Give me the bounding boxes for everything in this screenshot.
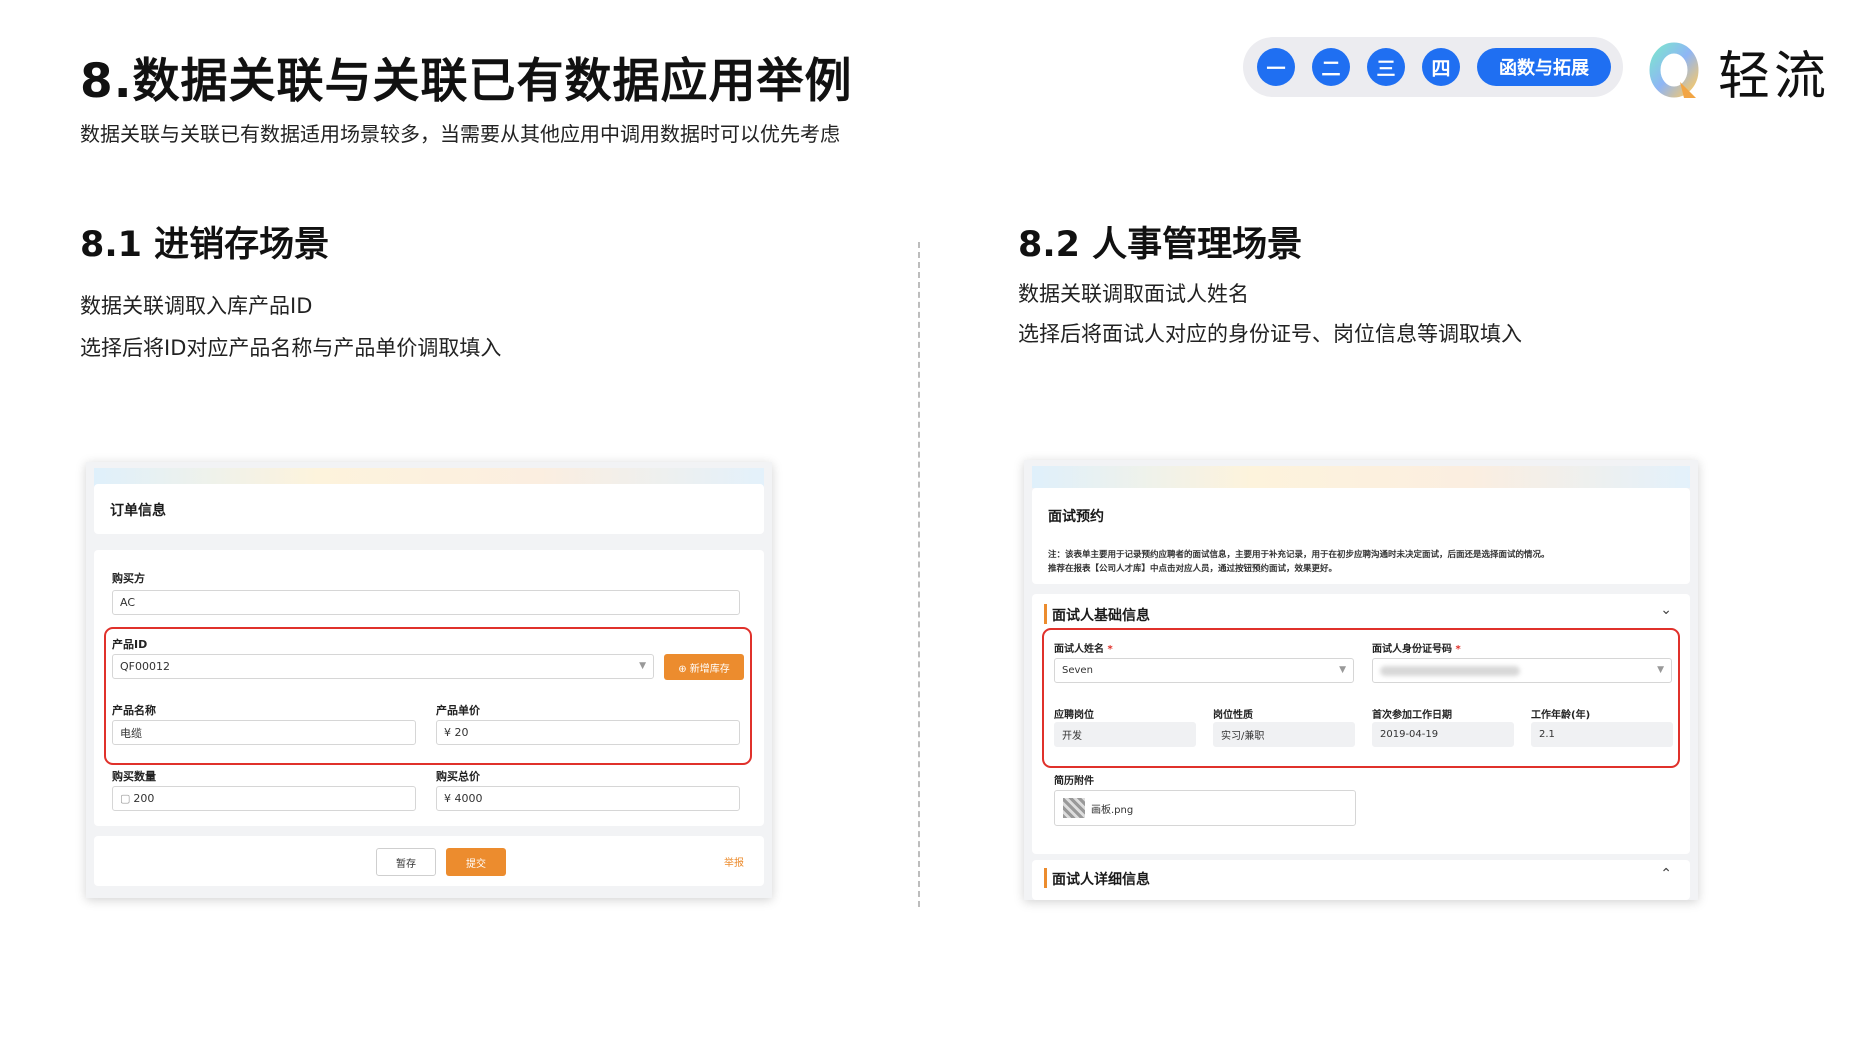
- order-title-card: 订单信息: [94, 484, 764, 534]
- chapter-4-button[interactable]: 四: [1422, 48, 1460, 86]
- report-link[interactable]: 举报: [724, 854, 744, 869]
- qty-input[interactable]: ▢ 200: [112, 786, 416, 811]
- name-label: 面试人姓名 *: [1054, 644, 1113, 655]
- work-years-field: 2.1: [1531, 722, 1673, 747]
- section-accent-bar: [1044, 604, 1047, 624]
- section1-title: 8.1 进销存场景: [80, 225, 330, 265]
- detail-info-card: 面试人详细信息 ⌃: [1032, 860, 1690, 900]
- chapter-1-button[interactable]: 一: [1257, 48, 1295, 86]
- position-label: 应聘岗位: [1054, 710, 1094, 721]
- resume-label: 简历附件: [1054, 776, 1094, 787]
- work-years-label: 工作年龄(年): [1531, 710, 1591, 721]
- name-value: Seven: [1062, 665, 1093, 676]
- stepper-icon: ▢: [120, 792, 131, 805]
- order-form-screenshot: 订单信息 购买方 AC 产品ID QF00012 ▼ ⊕ 新增库存 产品名称 电…: [86, 462, 772, 898]
- highlight-box: [104, 627, 752, 765]
- chevron-down-icon: ▼: [1657, 665, 1664, 675]
- section-accent-bar: [1044, 868, 1047, 888]
- position-field: 开发: [1054, 722, 1196, 747]
- logo-q-icon: [1648, 42, 1704, 102]
- file-thumbnail-icon: [1063, 798, 1085, 818]
- chapter-3-button[interactable]: 三: [1367, 48, 1405, 86]
- order-actions-card: 暂存 提交 举报: [94, 836, 764, 886]
- highlight-box: [1042, 628, 1680, 768]
- order-card-title: 订单信息: [110, 503, 166, 519]
- total-label: 购买总价: [436, 770, 480, 783]
- chapter-nav: 一 二 三 四 函数与拓展: [1243, 37, 1623, 97]
- form-note-line2: 推荐在报表【公司人才库】中点击对应人员，通过按钮预约面试，效果更好。: [1048, 564, 1338, 574]
- resume-attachment[interactable]: 画板.png: [1054, 790, 1356, 826]
- job-nature-label: 岗位性质: [1213, 710, 1253, 721]
- interview-title-card: 面试预约 注：该表单主要用于记录预约应聘者的面试信息，主要用于补充记录，用于在初…: [1032, 488, 1690, 584]
- qty-value: 200: [133, 792, 155, 805]
- save-draft-button[interactable]: 暂存: [376, 848, 436, 876]
- job-nature-field: 实习/兼职: [1213, 722, 1355, 747]
- first-work-date-field: 2019-04-19: [1372, 722, 1514, 747]
- expand-chevron-icon[interactable]: ⌃: [1660, 866, 1672, 882]
- blurred-id-value: [1380, 665, 1520, 676]
- order-fields-card: 购买方 AC 产品ID QF00012 ▼ ⊕ 新增库存 产品名称 电缆 产品单…: [94, 550, 764, 826]
- buyer-input[interactable]: AC: [112, 590, 740, 615]
- section1-desc-line1: 数据关联调取入库产品ID: [80, 294, 313, 318]
- chevron-down-icon: ▼: [1339, 665, 1346, 675]
- buyer-label: 购买方: [112, 572, 145, 585]
- resume-file-name: 画板.png: [1091, 804, 1134, 816]
- page-title: 8.数据关联与关联已有数据应用举例: [80, 54, 853, 109]
- name-select[interactable]: Seven ▼: [1054, 658, 1354, 683]
- submit-button[interactable]: 提交: [446, 848, 506, 876]
- section2-title: 8.2 人事管理场景: [1018, 225, 1303, 265]
- chapter-active-button[interactable]: 函数与拓展: [1477, 48, 1611, 86]
- first-work-date-label: 首次参加工作日期: [1372, 710, 1452, 721]
- basic-section-title[interactable]: 面试人基础信息: [1052, 605, 1150, 625]
- id-number-select[interactable]: ▼: [1372, 658, 1672, 683]
- section1-desc-line2: 选择后将ID对应产品名称与产品单价调取填入: [80, 336, 502, 360]
- collapse-chevron-icon[interactable]: ⌄: [1660, 602, 1672, 618]
- id-number-label: 面试人身份证号码 *: [1372, 644, 1461, 655]
- page-subtitle: 数据关联与关联已有数据适用场景较多，当需要从其他应用中调用数据时可以优先考虑: [80, 122, 840, 146]
- form-note-line1: 注：该表单主要用于记录预约应聘者的面试信息，主要用于补充记录，用于在初步应聘沟通…: [1048, 550, 1550, 560]
- total-input[interactable]: ¥ 4000: [436, 786, 740, 811]
- chapter-2-button[interactable]: 二: [1312, 48, 1350, 86]
- section2-desc-line1: 数据关联调取面试人姓名: [1018, 282, 1249, 306]
- section-divider: [918, 242, 920, 907]
- detail-section-title[interactable]: 面试人详细信息: [1052, 869, 1150, 889]
- brand-logo: 轻流: [1648, 34, 1830, 109]
- basic-info-card: 面试人基础信息 ⌄ 面试人姓名 * Seven ▼ 面试人身份证号码 * ▼ 应…: [1032, 594, 1690, 854]
- header-gradient: [1032, 466, 1690, 488]
- qty-label: 购买数量: [112, 770, 156, 783]
- interview-form-screenshot: 面试预约 注：该表单主要用于记录预约应聘者的面试信息，主要用于补充记录，用于在初…: [1024, 460, 1698, 900]
- section2-desc-line2: 选择后将面试人对应的身份证号、岗位信息等调取填入: [1018, 322, 1522, 346]
- logo-text: 轻流: [1718, 47, 1831, 107]
- interview-card-title: 面试预约: [1048, 509, 1104, 525]
